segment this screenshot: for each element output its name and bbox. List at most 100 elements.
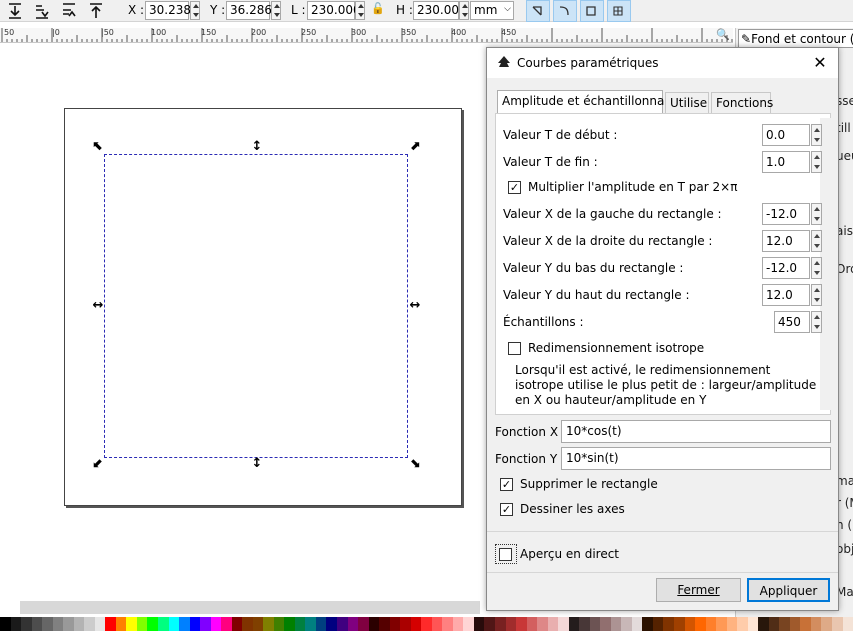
color-swatch[interactable] bbox=[831, 617, 843, 631]
color-swatch[interactable] bbox=[0, 617, 11, 631]
color-swatch[interactable] bbox=[368, 617, 380, 631]
color-swatch[interactable] bbox=[147, 617, 158, 631]
color-swatch[interactable] bbox=[242, 617, 253, 631]
lower-icon[interactable] bbox=[33, 2, 51, 20]
raise-to-top-icon[interactable] bbox=[87, 2, 105, 20]
color-swatch[interactable] bbox=[326, 617, 337, 631]
color-swatch[interactable] bbox=[779, 617, 790, 631]
color-swatch[interactable] bbox=[410, 617, 422, 631]
multiply-checkbox[interactable]: ✓ bbox=[508, 181, 521, 194]
x-left-input[interactable]: -12.0 bbox=[762, 203, 810, 225]
color-swatch[interactable] bbox=[716, 617, 727, 631]
t-start-input[interactable]: 0.0 bbox=[762, 124, 810, 146]
width-input[interactable]: 230.000 bbox=[307, 1, 361, 20]
resize-handle-s[interactable]: ↕ bbox=[250, 457, 264, 471]
draw-axes-checkbox[interactable]: ✓ bbox=[500, 503, 513, 516]
color-swatch[interactable] bbox=[505, 617, 517, 631]
horizontal-scrollbar[interactable] bbox=[20, 601, 480, 614]
color-swatch[interactable] bbox=[526, 617, 538, 631]
color-swatch[interactable] bbox=[547, 617, 559, 631]
color-swatch[interactable] bbox=[421, 617, 432, 631]
resize-handle-e[interactable]: ↔ bbox=[408, 299, 422, 313]
t-start-spinner[interactable] bbox=[811, 124, 822, 146]
y-spinner[interactable] bbox=[271, 1, 281, 20]
color-swatch[interactable] bbox=[442, 617, 453, 631]
color-swatch[interactable] bbox=[31, 617, 43, 631]
resize-handle-sw[interactable]: ⬋ bbox=[91, 457, 105, 471]
color-swatch[interactable] bbox=[452, 617, 464, 631]
color-swatch[interactable] bbox=[284, 617, 295, 631]
color-swatch[interactable] bbox=[674, 617, 685, 631]
scale-stroke-button[interactable] bbox=[526, 0, 550, 22]
height-input[interactable]: 230.000 bbox=[413, 1, 467, 20]
tab-amplitude[interactable]: Amplitude et échantillonnage bbox=[497, 90, 679, 113]
color-swatch[interactable] bbox=[842, 617, 853, 631]
unit-select[interactable]: mm ⌵ bbox=[470, 1, 514, 20]
x-spinner[interactable] bbox=[190, 1, 200, 20]
color-swatch[interactable] bbox=[610, 617, 622, 631]
raise-icon[interactable] bbox=[60, 2, 78, 20]
color-swatch[interactable] bbox=[273, 617, 285, 631]
t-end-input[interactable]: 1.0 bbox=[762, 151, 810, 173]
apply-button[interactable]: Appliquer bbox=[747, 578, 830, 602]
color-swatch[interactable] bbox=[568, 617, 580, 631]
color-swatch[interactable] bbox=[358, 617, 369, 631]
color-swatch[interactable] bbox=[589, 617, 601, 631]
color-swatch[interactable] bbox=[473, 617, 485, 631]
scale-corners-button[interactable] bbox=[553, 0, 577, 22]
color-swatch[interactable] bbox=[305, 617, 316, 631]
color-swatch[interactable] bbox=[600, 617, 611, 631]
color-swatch[interactable] bbox=[800, 617, 811, 631]
color-swatch[interactable] bbox=[115, 617, 127, 631]
color-swatch[interactable] bbox=[758, 617, 769, 631]
color-swatch[interactable] bbox=[73, 617, 85, 631]
color-swatch[interactable] bbox=[126, 617, 137, 631]
color-swatch[interactable] bbox=[63, 617, 74, 631]
color-swatch[interactable] bbox=[663, 617, 674, 631]
color-swatch[interactable] bbox=[431, 617, 443, 631]
live-preview-checkbox[interactable] bbox=[499, 548, 512, 561]
resize-handle-ne[interactable]: ⬈ bbox=[408, 140, 422, 154]
color-swatch[interactable] bbox=[294, 617, 306, 631]
color-swatch[interactable] bbox=[389, 617, 401, 631]
color-swatch[interactable] bbox=[252, 617, 264, 631]
zoom-icon[interactable]: 🔍 bbox=[716, 28, 730, 41]
width-spinner[interactable] bbox=[355, 1, 365, 20]
tab-functions[interactable]: Fonctions bbox=[711, 92, 773, 113]
close-button[interactable]: Fermer bbox=[656, 578, 741, 602]
color-swatch[interactable] bbox=[21, 617, 32, 631]
color-swatch[interactable] bbox=[642, 617, 653, 631]
color-swatch[interactable] bbox=[484, 617, 495, 631]
color-swatch[interactable] bbox=[210, 617, 222, 631]
resize-handle-w[interactable]: ↔ bbox=[91, 299, 105, 313]
color-swatch[interactable] bbox=[494, 617, 506, 631]
dialog-titlebar[interactable]: Courbes paramétriques ✕ bbox=[487, 48, 838, 78]
y-bottom-input[interactable]: -12.0 bbox=[762, 257, 810, 279]
color-swatch[interactable] bbox=[157, 617, 169, 631]
color-swatch[interactable] bbox=[189, 617, 201, 631]
color-swatch[interactable] bbox=[105, 617, 116, 631]
resize-handle-se[interactable]: ⬊ bbox=[408, 457, 422, 471]
color-swatch[interactable] bbox=[52, 617, 64, 631]
isotropic-checkbox[interactable] bbox=[508, 342, 521, 355]
samples-spinner[interactable] bbox=[811, 311, 822, 333]
color-swatch[interactable] bbox=[737, 617, 748, 631]
function-y-input[interactable]: 10*sin(t) bbox=[561, 447, 831, 470]
color-swatch[interactable] bbox=[231, 617, 243, 631]
lower-to-bottom-icon[interactable] bbox=[6, 2, 24, 20]
color-swatch[interactable] bbox=[631, 617, 643, 631]
color-swatch[interactable] bbox=[200, 617, 211, 631]
color-swatch[interactable] bbox=[337, 617, 348, 631]
color-swatch[interactable] bbox=[400, 617, 411, 631]
color-swatch[interactable] bbox=[263, 617, 274, 631]
color-swatch[interactable] bbox=[652, 617, 664, 631]
color-swatch[interactable] bbox=[463, 617, 474, 631]
color-swatch[interactable] bbox=[558, 617, 569, 631]
color-swatch[interactable] bbox=[810, 617, 822, 631]
function-x-input[interactable]: 10*cos(t) bbox=[561, 420, 831, 443]
color-swatch[interactable] bbox=[10, 617, 22, 631]
move-patterns-button[interactable] bbox=[607, 0, 631, 22]
color-swatch[interactable] bbox=[221, 617, 232, 631]
color-swatch[interactable] bbox=[315, 617, 327, 631]
color-swatch[interactable] bbox=[537, 617, 548, 631]
